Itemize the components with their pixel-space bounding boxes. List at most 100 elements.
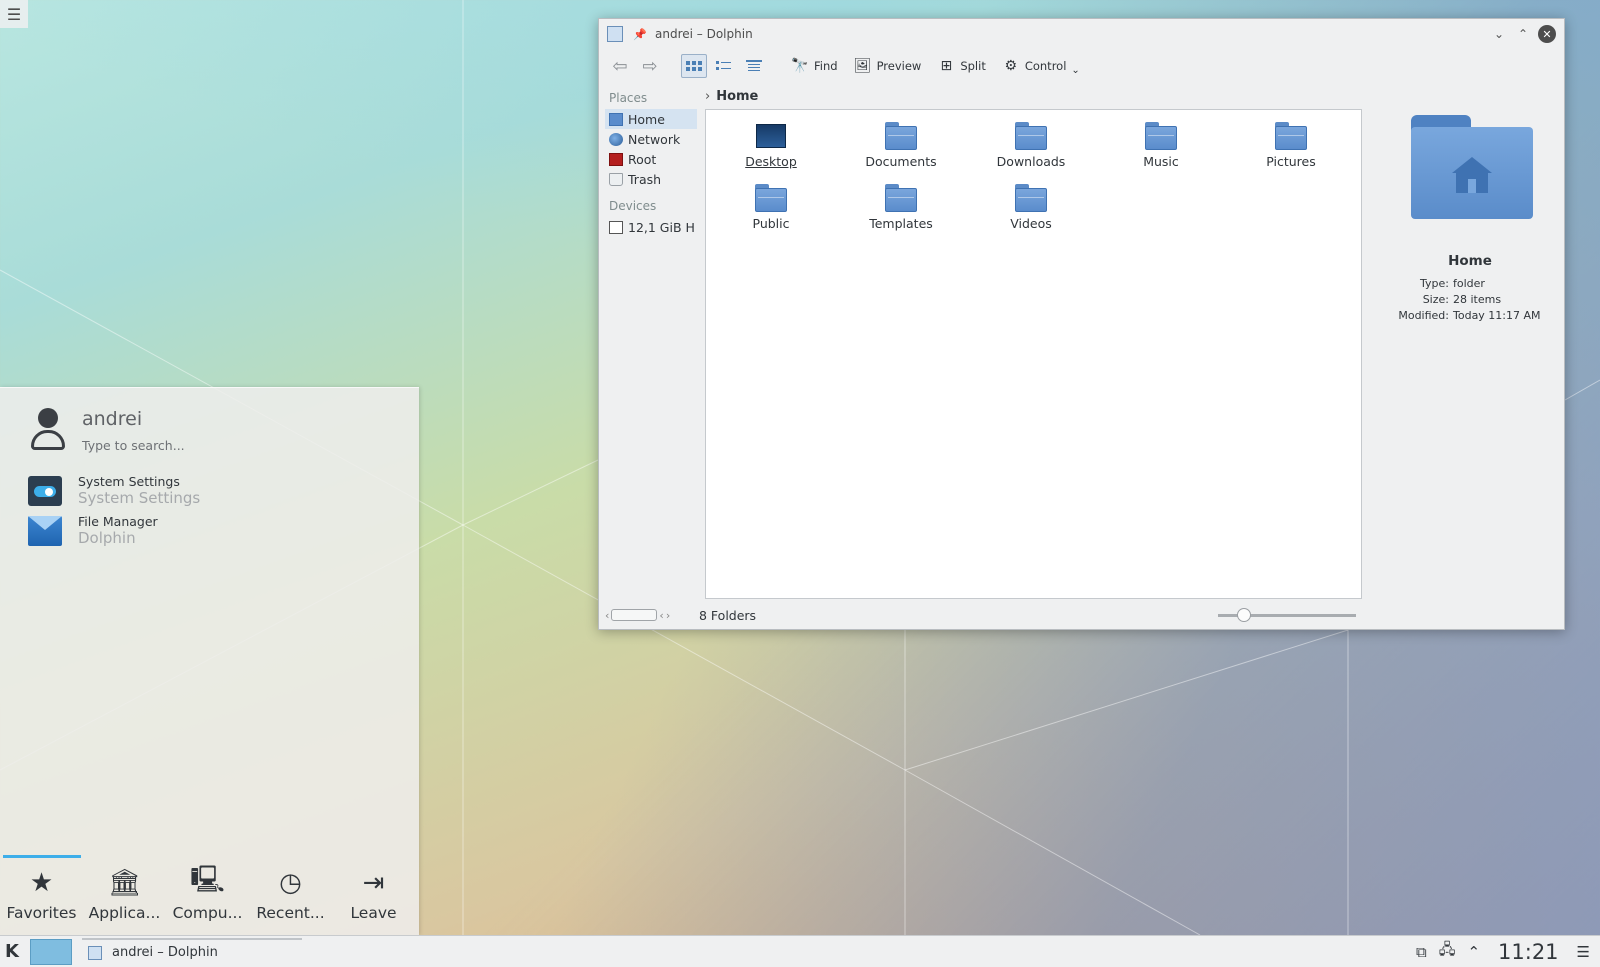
tab-applications[interactable]: 🏛 Applica... <box>83 856 166 936</box>
info-key: Modified: <box>1398 309 1449 322</box>
clock[interactable]: 11:21 <box>1498 940 1559 964</box>
file-label: Downloads <box>996 154 1066 169</box>
arrow-right-icon: ⇨ <box>642 55 658 77</box>
forward-button[interactable]: ⇨ <box>637 54 663 78</box>
maximize-button[interactable]: ⌃ <box>1514 25 1532 43</box>
dolphin-app-icon <box>88 945 102 960</box>
preview-icon: 🖼 <box>853 58 872 74</box>
compact-view-icon <box>716 61 731 70</box>
info-value: folder <box>1453 277 1485 290</box>
kde-logo-icon: K <box>5 941 19 962</box>
favorite-subtitle: Dolphin <box>78 529 136 547</box>
hard-drive-icon <box>609 220 623 234</box>
places-section-title: Places <box>609 91 648 105</box>
file-item-public[interactable]: Public <box>706 184 836 240</box>
file-label: Templates <box>869 216 933 231</box>
window-titlebar[interactable]: 📌 andrei – Dolphin ⌄ ⌃ ✕ <box>599 19 1564 49</box>
star-icon: ★ <box>29 868 54 898</box>
favorite-file-manager[interactable]: File Manager Dolphin <box>28 514 200 554</box>
taskbar: K andrei – Dolphin ⧉ 🖧 ⌃ 11:21 ☰ <box>0 935 1600 967</box>
back-button[interactable]: ⇦ <box>607 54 633 78</box>
info-row-type: Type: folder <box>1381 277 1559 293</box>
file-item-documents[interactable]: Documents <box>836 122 966 178</box>
house-icon <box>1452 157 1492 193</box>
minimize-button[interactable]: ⌄ <box>1490 25 1508 43</box>
info-value: 28 items <box>1453 293 1502 306</box>
close-icon: ✕ <box>1542 27 1552 41</box>
user-block: andrei Type to search... <box>28 408 185 453</box>
user-avatar-icon[interactable] <box>28 408 68 452</box>
status-text: 8 Folders <box>699 607 757 623</box>
control-button[interactable]: ⚙ Control ⌄ <box>996 54 1086 78</box>
clipboard-icon[interactable]: ⧉ <box>1416 943 1427 961</box>
chevron-up-icon: ⌃ <box>1517 27 1529 41</box>
file-label: Public <box>752 216 790 231</box>
hamburger-icon: ☰ <box>6 4 22 24</box>
folder-icon <box>885 184 917 212</box>
folder-icon <box>885 122 917 150</box>
scroll-thumb[interactable] <box>611 609 658 621</box>
virtual-desktop-pager[interactable] <box>30 938 72 965</box>
file-item-pictures[interactable]: Pictures <box>1226 122 1356 178</box>
devices-item-hard-drive[interactable]: 12,1 GiB H <box>605 217 697 237</box>
dolphin-app-icon[interactable] <box>607 26 623 42</box>
favorite-name: System Settings <box>78 474 180 489</box>
places-item-home[interactable]: Home <box>605 109 697 129</box>
tab-label: Favorites <box>6 904 77 922</box>
pin-icon[interactable]: 📌 <box>633 28 647 41</box>
details-view-button[interactable] <box>741 54 767 78</box>
tab-computer[interactable]: 🖳 Compu... <box>166 856 249 936</box>
preview-button[interactable]: 🖼 Preview <box>848 54 928 78</box>
places-item-root[interactable]: Root <box>605 149 697 169</box>
desktop-folder-icon <box>756 124 786 148</box>
find-label: Find <box>814 59 838 73</box>
file-view[interactable]: Desktop Documents Downloads Music Pictur… <box>705 109 1362 599</box>
file-label: Documents <box>865 154 937 169</box>
toolbar: ⇦ ⇨ 🔭 Find 🖼 Preview ⊞ Split ⚙ Control ⌄ <box>599 49 1564 83</box>
file-item-templates[interactable]: Templates <box>836 184 966 240</box>
file-item-videos[interactable]: Videos <box>966 184 1096 240</box>
tab-label: Leave <box>350 904 397 922</box>
breadcrumb[interactable]: › Home <box>705 85 758 107</box>
search-input[interactable]: Type to search... <box>82 438 185 453</box>
scroll-left-icon[interactable]: ‹ <box>659 609 663 622</box>
icons-view-button[interactable] <box>681 54 707 78</box>
file-item-music[interactable]: Music <box>1096 122 1226 178</box>
file-item-downloads[interactable]: Downloads <box>966 122 1096 178</box>
network-icon[interactable]: 🖧 <box>1439 939 1456 964</box>
split-button[interactable]: ⊞ Split <box>931 54 992 78</box>
breadcrumb-home[interactable]: Home <box>716 89 758 104</box>
places-item-label: Network <box>628 131 681 147</box>
compact-view-button[interactable] <box>711 54 737 78</box>
file-item-desktop[interactable]: Desktop <box>706 122 836 178</box>
arrow-left-icon: ⇦ <box>612 55 628 77</box>
folder-icon <box>1145 122 1177 150</box>
places-item-trash[interactable]: Trash <box>605 169 697 189</box>
control-label: Control <box>1024 59 1067 73</box>
close-button[interactable]: ✕ <box>1538 25 1556 43</box>
zoom-slider-knob[interactable] <box>1236 607 1251 622</box>
user-name: andrei <box>82 408 143 430</box>
desktop-toolbox-button[interactable]: ☰ <box>0 0 28 28</box>
favorite-system-settings[interactable]: System Settings System Settings <box>28 474 200 514</box>
folder-icon <box>755 184 787 212</box>
task-dolphin[interactable]: andrei – Dolphin <box>82 937 302 966</box>
tab-favorites[interactable]: ★ Favorites <box>0 856 83 936</box>
chevron-up-icon[interactable]: ⌃ <box>1467 943 1480 961</box>
find-button[interactable]: 🔭 Find <box>785 54 844 78</box>
places-item-label: Root <box>628 151 657 167</box>
places-scrollbar[interactable]: ‹ ‹ › <box>605 609 689 622</box>
applications-icon: 🏛 <box>107 868 141 898</box>
root-folder-icon <box>609 152 623 166</box>
places-item-network[interactable]: Network <box>605 129 697 149</box>
info-key: Size: <box>1422 293 1449 306</box>
application-launcher-button[interactable]: K <box>0 936 24 967</box>
panel-menu-icon[interactable]: ☰ <box>1577 943 1590 961</box>
split-label: Split <box>960 59 986 73</box>
scroll-left-icon[interactable]: ‹ <box>605 609 609 622</box>
globe-icon <box>609 132 623 146</box>
scroll-right-icon[interactable]: › <box>666 609 670 622</box>
tab-recent[interactable]: ◷ Recent... <box>249 856 332 936</box>
zoom-slider[interactable] <box>1218 607 1356 622</box>
tab-leave[interactable]: ⇥ Leave <box>332 856 415 936</box>
